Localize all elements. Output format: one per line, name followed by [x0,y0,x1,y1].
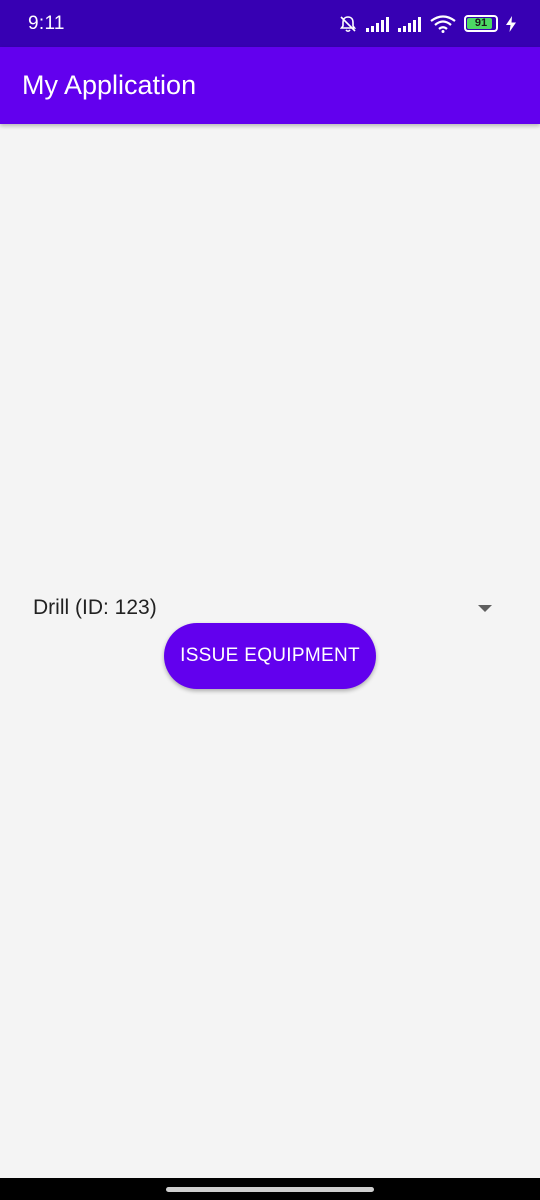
app-title: My Application [22,70,197,100]
spinner-selected-value: Drill (ID: 123) [33,596,157,619]
signal-icon [366,16,390,32]
signal-icon [398,16,422,32]
status-bar: 9:11 91 [0,0,540,47]
status-time: 9:11 [28,12,65,34]
battery-level: 91 [474,17,488,29]
home-indicator[interactable] [166,1186,374,1192]
status-icons: 91 [338,14,516,34]
navigation-bar [0,1178,540,1200]
dropdown-arrow-icon [478,604,492,612]
battery-icon: 91 [464,15,498,32]
charging-icon [506,15,516,32]
wifi-icon [430,14,456,33]
issue-equipment-button[interactable]: ISSUE EQUIPMENT [164,623,376,689]
app-bar: My Application [0,47,540,124]
bell-off-icon [338,14,358,34]
